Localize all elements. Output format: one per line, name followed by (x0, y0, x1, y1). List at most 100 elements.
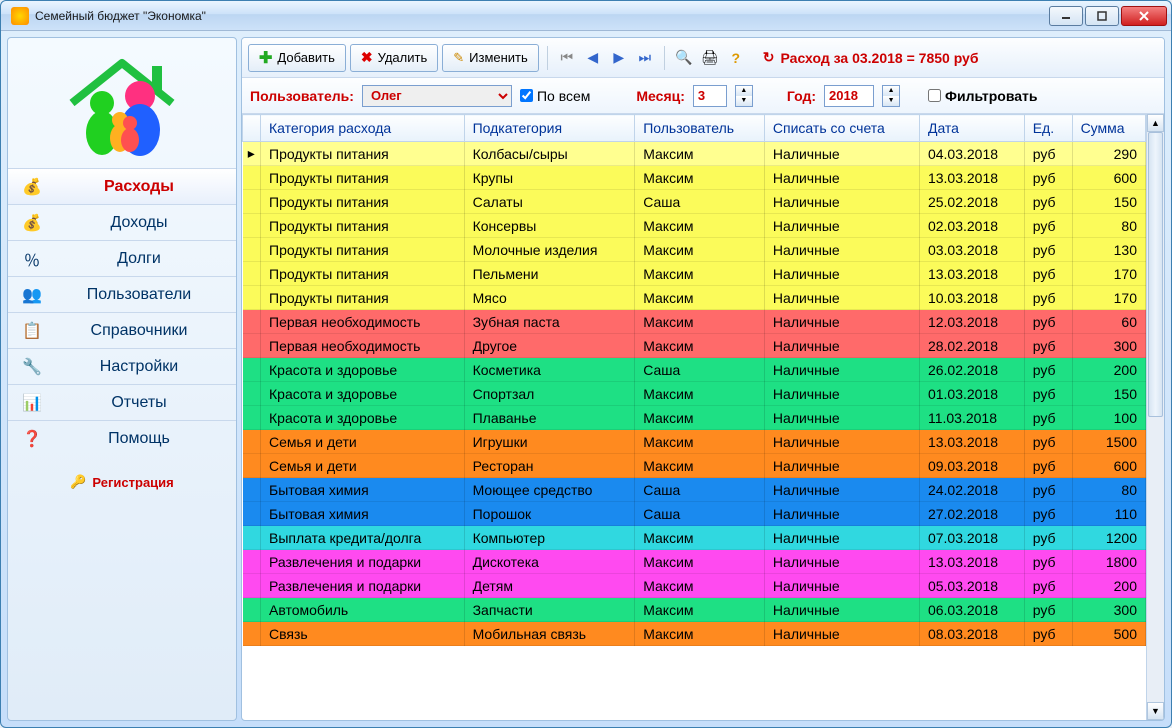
cell-user: Саша (635, 478, 765, 502)
nav-last-button[interactable]: ⏭ (634, 47, 656, 69)
cell-sum: 80 (1072, 214, 1145, 238)
cell-user: Максим (635, 574, 765, 598)
sidebar-item-5[interactable]: 🔧Настройки (8, 348, 236, 384)
cell-unit: руб (1024, 382, 1072, 406)
row-marker-header (243, 115, 261, 142)
close-button[interactable] (1121, 6, 1167, 26)
col-header-2[interactable]: Пользователь (635, 115, 765, 142)
row-marker (243, 574, 261, 598)
cell-category: Продукты питания (261, 238, 465, 262)
cell-user: Максим (635, 454, 765, 478)
table-row[interactable]: Семья и дети Игрушки Максим Наличные 13.… (243, 430, 1146, 454)
table-row[interactable]: Выплата кредита/долга Компьютер Максим Н… (243, 526, 1146, 550)
cell-sum: 80 (1072, 478, 1145, 502)
filter-checkbox[interactable]: Фильтровать (928, 88, 1037, 104)
table-row[interactable]: Продукты питания Салаты Саша Наличные 25… (243, 190, 1146, 214)
delete-button[interactable]: ✖Удалить (350, 44, 438, 72)
table-row[interactable]: Бытовая химия Моющее средство Саша Налич… (243, 478, 1146, 502)
sidebar-item-label: Пользователи (54, 286, 224, 304)
cell-unit: руб (1024, 574, 1072, 598)
cell-user: Максим (635, 142, 765, 166)
table-row[interactable]: Продукты питания Молочные изделия Максим… (243, 238, 1146, 262)
user-select[interactable]: Олег (362, 85, 512, 107)
cell-subcategory: Колбасы/сыры (464, 142, 635, 166)
col-header-5[interactable]: Ед. (1024, 115, 1072, 142)
registration-link[interactable]: 🔑 Регистрация (8, 474, 236, 490)
table-row[interactable]: Первая необходимость Другое Максим Налич… (243, 334, 1146, 358)
table-row[interactable]: Продукты питания Консервы Максим Наличны… (243, 214, 1146, 238)
scroll-up-button[interactable]: ▲ (1147, 114, 1164, 132)
col-header-3[interactable]: Списать со счета (764, 115, 919, 142)
sidebar-item-6[interactable]: 📊Отчеты (8, 384, 236, 420)
table-row[interactable]: Красота и здоровье Спортзал Максим Налич… (243, 382, 1146, 406)
scroll-thumb[interactable] (1148, 132, 1163, 417)
cell-account: Наличные (764, 454, 919, 478)
sidebar-item-4[interactable]: 📋Справочники (8, 312, 236, 348)
cell-unit: руб (1024, 214, 1072, 238)
table-row[interactable]: Связь Мобильная связь Максим Наличные 08… (243, 622, 1146, 646)
sidebar-item-2[interactable]: ％Долги (8, 240, 236, 276)
tools-icon: 🔧 (20, 355, 44, 379)
edit-button[interactable]: ✎Изменить (442, 44, 539, 72)
year-spinner[interactable]: ▲▼ (882, 85, 900, 107)
cell-unit: руб (1024, 550, 1072, 574)
cell-date: 05.03.2018 (919, 574, 1024, 598)
table-row[interactable]: Продукты питания Крупы Максим Наличные 1… (243, 166, 1146, 190)
cell-date: 10.03.2018 (919, 286, 1024, 310)
row-marker (243, 190, 261, 214)
help-button[interactable]: ? (725, 47, 747, 69)
nav-next-button[interactable]: ▶ (608, 47, 630, 69)
cell-category: Семья и дети (261, 454, 465, 478)
cell-subcategory: Пельмени (464, 262, 635, 286)
cell-user: Максим (635, 406, 765, 430)
table-row[interactable]: Продукты питания Пельмени Максим Наличны… (243, 262, 1146, 286)
table-row[interactable]: ▸ Продукты питания Колбасы/сыры Максим Н… (243, 142, 1146, 166)
table-row[interactable]: Бытовая химия Порошок Саша Наличные 27.0… (243, 502, 1146, 526)
by-all-checkbox[interactable]: По всем (520, 88, 590, 104)
month-spinner[interactable]: ▲▼ (735, 85, 753, 107)
col-header-1[interactable]: Подкатегория (464, 115, 635, 142)
sidebar-item-1[interactable]: 💰Доходы (8, 204, 236, 240)
nav-first-button[interactable]: ⏮ (556, 47, 578, 69)
year-input[interactable] (824, 85, 874, 107)
add-button[interactable]: ✚Добавить (248, 44, 346, 72)
search-button[interactable]: 🔍 (673, 47, 695, 69)
table-row[interactable]: Развлечения и подарки Дискотека Максим Н… (243, 550, 1146, 574)
cell-sum: 1500 (1072, 430, 1145, 454)
row-marker (243, 454, 261, 478)
scroll-down-button[interactable]: ▼ (1147, 702, 1164, 720)
table-row[interactable]: Семья и дети Ресторан Максим Наличные 09… (243, 454, 1146, 478)
sidebar-item-0[interactable]: 💰Расходы (8, 168, 236, 204)
cell-unit: руб (1024, 526, 1072, 550)
table-row[interactable]: Красота и здоровье Косметика Саша Наличн… (243, 358, 1146, 382)
print-button[interactable]: 🖨 (699, 47, 721, 69)
cell-date: 02.03.2018 (919, 214, 1024, 238)
table-row[interactable]: Первая необходимость Зубная паста Максим… (243, 310, 1146, 334)
nav-prev-button[interactable]: ◀ (582, 47, 604, 69)
expense-table[interactable]: Категория расходаПодкатегорияПользовател… (242, 114, 1146, 720)
minimize-button[interactable] (1049, 6, 1083, 26)
row-marker (243, 430, 261, 454)
separator (547, 46, 548, 70)
col-header-4[interactable]: Дата (919, 115, 1024, 142)
cell-account: Наличные (764, 526, 919, 550)
vertical-scrollbar[interactable]: ▲ ▼ (1146, 114, 1164, 720)
separator (664, 46, 665, 70)
cell-subcategory: Ресторан (464, 454, 635, 478)
table-row[interactable]: Продукты питания Мясо Максим Наличные 10… (243, 286, 1146, 310)
table-row[interactable]: Красота и здоровье Плаванье Максим Налич… (243, 406, 1146, 430)
table-row[interactable]: Автомобиль Запчасти Максим Наличные 06.0… (243, 598, 1146, 622)
titlebar[interactable]: Семейный бюджет "Экономка" (1, 1, 1171, 31)
col-header-6[interactable]: Сумма (1072, 115, 1145, 142)
cell-date: 09.03.2018 (919, 454, 1024, 478)
maximize-button[interactable] (1085, 6, 1119, 26)
sidebar-item-7[interactable]: ❓Помощь (8, 420, 236, 456)
cell-account: Наличные (764, 382, 919, 406)
col-header-0[interactable]: Категория расхода (261, 115, 465, 142)
sidebar-item-label: Долги (54, 250, 224, 268)
cell-subcategory: Косметика (464, 358, 635, 382)
month-input[interactable] (693, 85, 727, 107)
sidebar-item-3[interactable]: 👥Пользователи (8, 276, 236, 312)
table-row[interactable]: Развлечения и подарки Детям Максим Налич… (243, 574, 1146, 598)
cell-account: Наличные (764, 190, 919, 214)
